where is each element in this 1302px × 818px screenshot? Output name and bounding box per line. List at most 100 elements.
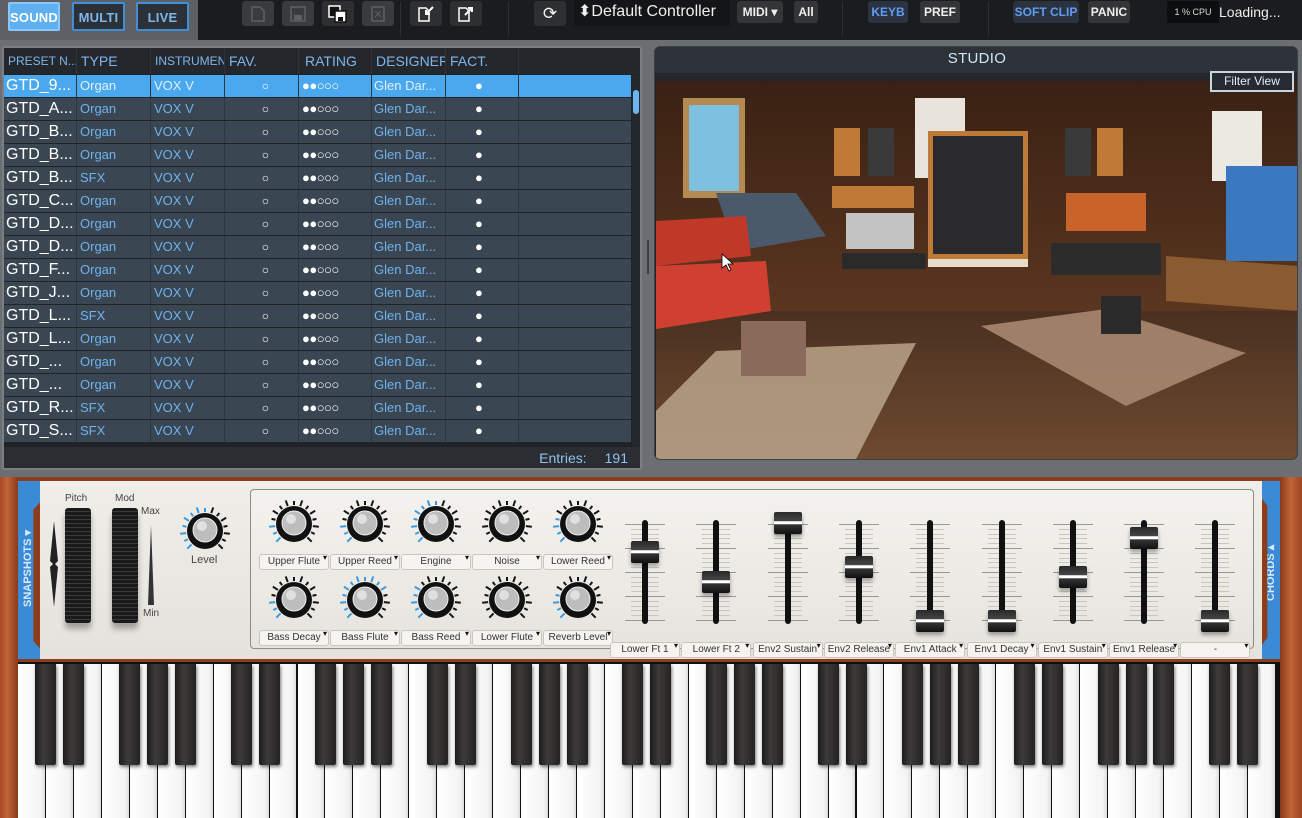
preset-row[interactable]: GTD_... Organ VOX V ○ ●●○○○ Glen Dar... ● bbox=[4, 374, 631, 397]
black-key[interactable] bbox=[650, 664, 672, 765]
favorite-toggle[interactable]: ○ bbox=[225, 190, 299, 212]
slider-env1-sustain[interactable] bbox=[1043, 520, 1103, 624]
black-key[interactable] bbox=[342, 664, 364, 765]
multi-mode-button[interactable]: MULTI bbox=[72, 2, 125, 31]
slider-handle[interactable] bbox=[844, 556, 873, 579]
favorite-toggle[interactable]: ○ bbox=[225, 259, 299, 281]
rating-cell[interactable]: ●●○○○ bbox=[299, 328, 372, 350]
scrollbar[interactable] bbox=[632, 75, 640, 447]
preset-row[interactable]: GTD_D... Organ VOX V ○ ●●○○○ Glen Dar... ● bbox=[4, 213, 631, 236]
soft-clip-button[interactable]: SOFT CLIP bbox=[1013, 1, 1079, 23]
rating-cell[interactable]: ●●○○○ bbox=[299, 374, 372, 396]
slider-lower-ft-1[interactable] bbox=[615, 520, 675, 624]
knob-assignment-dropdown[interactable]: Reverb Level bbox=[543, 627, 613, 646]
snapshots-tab[interactable]: SNAPSHOTS ▾ bbox=[18, 481, 40, 659]
favorite-toggle[interactable]: ○ bbox=[225, 374, 299, 396]
preset-row[interactable]: GTD_L... Organ VOX V ○ ●●○○○ Glen Dar... ● bbox=[4, 328, 631, 351]
slider-lower-ft-2[interactable] bbox=[686, 520, 746, 624]
black-key[interactable] bbox=[762, 664, 784, 765]
knob-assignment-dropdown[interactable]: Noise bbox=[472, 551, 542, 570]
piano-keyboard[interactable] bbox=[18, 662, 1280, 818]
black-key[interactable] bbox=[957, 664, 979, 765]
save-button[interactable] bbox=[282, 1, 314, 26]
preset-row[interactable]: GTD_D... Organ VOX V ○ ●●○○○ Glen Dar... ● bbox=[4, 236, 631, 259]
preset-row[interactable]: GTD_L... SFX VOX V ○ ●●○○○ Glen Dar... ● bbox=[4, 305, 631, 328]
rating-cell[interactable]: ●●○○○ bbox=[299, 420, 372, 442]
slider-handle[interactable] bbox=[702, 570, 731, 593]
scrollbar-thumb[interactable] bbox=[633, 90, 639, 115]
slider-assignment-dropdown[interactable]: Env1 Attack bbox=[895, 639, 966, 658]
preset-row[interactable]: GTD_... Organ VOX V ○ ●●○○○ Glen Dar... ● bbox=[4, 351, 631, 374]
knob-noise[interactable] bbox=[481, 498, 533, 550]
knob-upper-flute[interactable] bbox=[268, 498, 320, 550]
favorite-toggle[interactable]: ○ bbox=[225, 420, 299, 442]
slider-assignment-dropdown[interactable]: Env1 Decay bbox=[966, 639, 1037, 658]
slider-handle[interactable] bbox=[916, 610, 945, 632]
preset-row[interactable]: GTD_A... Organ VOX V ○ ●●○○○ Glen Dar... ● bbox=[4, 98, 631, 121]
knob-assignment-dropdown[interactable]: Bass Flute bbox=[330, 627, 400, 646]
favorite-toggle[interactable]: ○ bbox=[225, 167, 299, 189]
knob-bass-decay[interactable] bbox=[268, 574, 320, 626]
preferences-button[interactable]: PREF bbox=[920, 1, 960, 23]
slider-assignment-dropdown[interactable]: Env2 Sustain bbox=[752, 639, 823, 658]
live-mode-button[interactable]: LIVE bbox=[136, 2, 189, 31]
black-key[interactable] bbox=[734, 664, 756, 765]
black-key[interactable] bbox=[63, 664, 85, 765]
rating-cell[interactable]: ●●○○○ bbox=[299, 305, 372, 327]
black-key[interactable] bbox=[259, 664, 281, 765]
rating-cell[interactable]: ●●○○○ bbox=[299, 75, 372, 97]
level-knob[interactable] bbox=[179, 505, 231, 557]
favorite-toggle[interactable]: ○ bbox=[225, 351, 299, 373]
rating-cell[interactable]: ●●○○○ bbox=[299, 144, 372, 166]
rating-cell[interactable]: ●●○○○ bbox=[299, 397, 372, 419]
column-header-designer[interactable]: DESIGNER bbox=[372, 48, 446, 74]
black-key[interactable] bbox=[1153, 664, 1175, 765]
controller-selector[interactable]: ⬍Default Controller bbox=[574, 0, 730, 26]
slider-env2-release[interactable] bbox=[829, 520, 889, 624]
knob-assignment-dropdown[interactable]: Upper Reed bbox=[330, 551, 400, 570]
mod-wheel[interactable] bbox=[112, 508, 138, 623]
favorite-toggle[interactable]: ○ bbox=[225, 305, 299, 327]
panic-button[interactable]: PANIC bbox=[1088, 1, 1130, 23]
knob-bass-reed[interactable] bbox=[410, 574, 462, 626]
preset-row[interactable]: GTD_B... Organ VOX V ○ ●●○○○ Glen Dar... ● bbox=[4, 144, 631, 167]
knob-bass-flute[interactable] bbox=[339, 574, 391, 626]
rating-cell[interactable]: ●●○○○ bbox=[299, 351, 372, 373]
column-header-type[interactable]: TYPE bbox=[77, 48, 151, 74]
column-header-preset-name[interactable]: PRESET N... bbox=[4, 48, 77, 74]
black-key[interactable] bbox=[35, 664, 57, 765]
knob-engine[interactable] bbox=[410, 498, 462, 550]
black-key[interactable] bbox=[818, 664, 840, 765]
new-preset-button[interactable] bbox=[242, 1, 274, 26]
import-button[interactable] bbox=[410, 1, 442, 26]
black-key[interactable] bbox=[538, 664, 560, 765]
rating-cell[interactable]: ●●○○○ bbox=[299, 121, 372, 143]
favorite-toggle[interactable]: ○ bbox=[225, 98, 299, 120]
slider-handle[interactable] bbox=[631, 541, 659, 564]
knob-upper-reed[interactable] bbox=[339, 498, 391, 550]
slider-assignment-dropdown[interactable]: Env1 Release bbox=[1109, 639, 1180, 658]
keyboard-toggle-button[interactable]: KEYB bbox=[868, 1, 908, 23]
rating-cell[interactable]: ●●○○○ bbox=[299, 236, 372, 258]
rating-cell[interactable]: ●●○○○ bbox=[299, 190, 372, 212]
black-key[interactable] bbox=[147, 664, 169, 765]
favorite-toggle[interactable]: ○ bbox=[225, 328, 299, 350]
black-key[interactable] bbox=[622, 664, 644, 765]
black-key[interactable] bbox=[1097, 664, 1119, 765]
refresh-button[interactable]: ⟳ bbox=[534, 1, 566, 26]
slider-handle[interactable] bbox=[1130, 526, 1159, 549]
black-key[interactable] bbox=[1125, 664, 1147, 765]
preset-row[interactable]: GTD_C... Organ VOX V ○ ●●○○○ Glen Dar... ● bbox=[4, 190, 631, 213]
black-key[interactable] bbox=[929, 664, 951, 765]
panel-splitter[interactable] bbox=[647, 240, 649, 274]
knob-lower-flute[interactable] bbox=[481, 574, 533, 626]
black-key[interactable] bbox=[1041, 664, 1063, 765]
black-key[interactable] bbox=[510, 664, 532, 765]
studio-room-image[interactable] bbox=[656, 81, 1297, 459]
column-header-factory[interactable]: FACT. bbox=[446, 48, 519, 74]
black-key[interactable] bbox=[175, 664, 197, 765]
filter-view-button[interactable]: Filter View bbox=[1210, 71, 1294, 92]
knob-assignment-dropdown[interactable]: Bass Decay bbox=[259, 627, 329, 646]
slider-env1-release[interactable] bbox=[1114, 520, 1174, 624]
black-key[interactable] bbox=[1209, 664, 1231, 765]
